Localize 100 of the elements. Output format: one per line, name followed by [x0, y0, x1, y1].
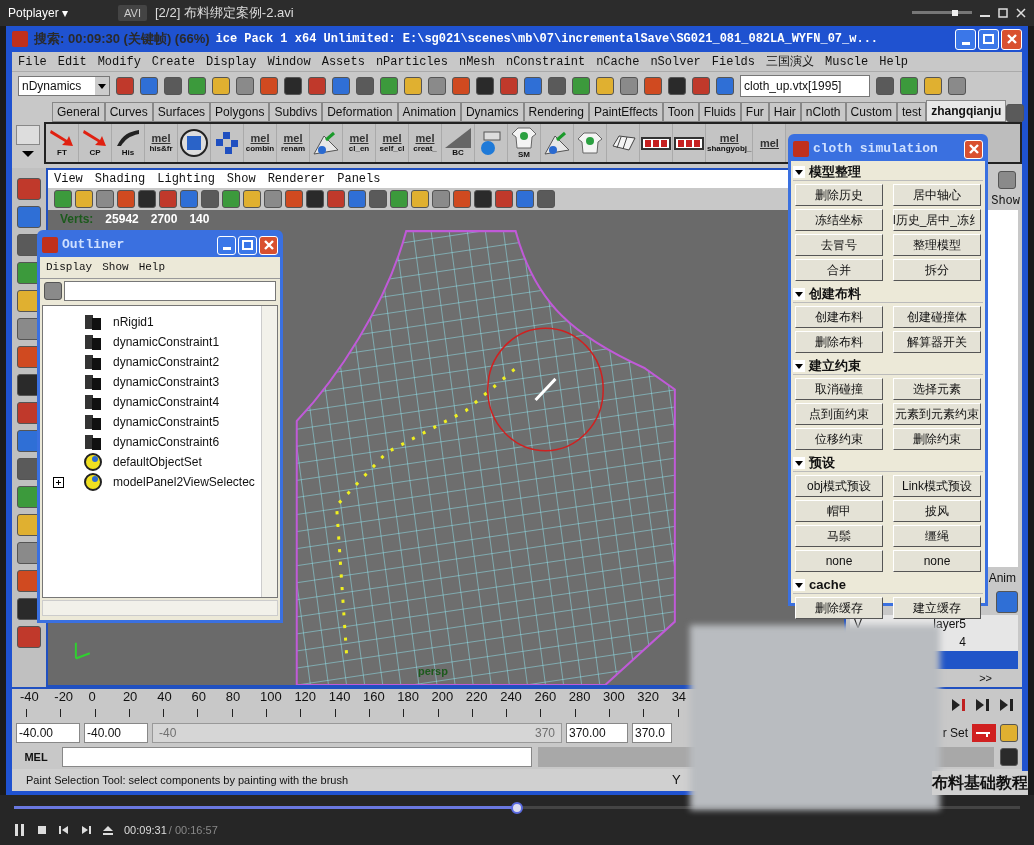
toolbar-icon[interactable] — [524, 77, 542, 95]
layer-tool-icon[interactable] — [996, 591, 1018, 613]
shelf-button[interactable]: FT — [46, 124, 79, 162]
viewport-tool-icon[interactable] — [159, 190, 177, 208]
panel-button[interactable]: 创建碰撞体 — [893, 306, 981, 328]
shelf-button[interactable]: mel cl_en — [343, 124, 376, 162]
panel-button[interactable]: 居中轴心 — [893, 184, 981, 206]
menu-item[interactable]: Edit — [57, 52, 87, 71]
viewport-tool-icon[interactable] — [369, 190, 387, 208]
viewport-tool-icon[interactable] — [516, 190, 534, 208]
menu-item[interactable]: Display — [46, 259, 93, 276]
viewport-tool-icon[interactable] — [54, 190, 72, 208]
end-time-field[interactable]: 370.0 — [632, 723, 672, 743]
toolbar-icon[interactable] — [356, 77, 374, 95]
close-icon[interactable] — [1016, 8, 1026, 18]
menu-item[interactable]: Fields — [711, 52, 756, 71]
outliner-item[interactable]: dynamicConstraint1 — [113, 333, 220, 351]
playback-step-icon[interactable] — [950, 697, 968, 713]
move-tool-icon[interactable] — [998, 171, 1016, 189]
panel-button[interactable]: 位移约束 — [795, 428, 883, 450]
panel-button[interactable]: 缰绳 — [893, 525, 981, 547]
shelf-button[interactable]: CP — [79, 124, 112, 162]
shelf-tab[interactable]: Subdivs — [269, 102, 323, 122]
outliner-item[interactable]: dynamicConstraint5 — [113, 413, 220, 431]
pause-icon[interactable] — [14, 824, 26, 836]
expand-button[interactable]: >> — [979, 669, 992, 687]
shelf-button[interactable]: mel — [753, 124, 787, 162]
menu-item[interactable]: nCache — [596, 52, 640, 71]
toolbar-icon[interactable] — [428, 77, 446, 95]
shelf-tab[interactable]: Fluids — [698, 102, 741, 122]
shelf-tab[interactable]: General — [52, 102, 105, 122]
panel-button[interactable]: 取消碰撞 — [795, 378, 883, 400]
menu-item[interactable]: nSolver — [650, 52, 701, 71]
menu-item[interactable]: Display — [206, 52, 257, 71]
outliner-item[interactable]: modelPanel2ViewSelectec — [113, 473, 255, 491]
expand-icon[interactable] — [52, 476, 64, 488]
channel-box-menu[interactable]: Show — [991, 192, 1020, 210]
section-header[interactable]: 模型整理 — [793, 163, 983, 181]
outliner-item[interactable]: dynamicConstraint3 — [113, 373, 220, 391]
shelf-button[interactable]: His — [112, 124, 145, 162]
section-header[interactable]: cache — [793, 576, 983, 594]
menu-item[interactable]: Modify — [97, 52, 141, 71]
panel-menu-item[interactable]: View — [54, 170, 83, 188]
range-slider[interactable]: -40 370 — [152, 723, 562, 743]
close-button[interactable] — [259, 235, 278, 255]
shelf-button[interactable]: mel shangyobj_ — [706, 124, 754, 162]
panel-button[interactable]: 选择元素 — [893, 378, 981, 400]
shelf-tab[interactable]: Toon — [662, 102, 699, 122]
toolbar-icon[interactable] — [188, 77, 206, 95]
toolbar-icon[interactable] — [116, 77, 134, 95]
preferences-icon[interactable] — [1000, 724, 1018, 742]
toolbar-icon[interactable] — [644, 77, 662, 95]
toolbar-icon[interactable] — [572, 77, 590, 95]
close-button[interactable] — [1001, 28, 1022, 50]
panel-menu-item[interactable]: Shading — [94, 170, 146, 188]
outliner-item[interactable]: defaultObjectSet — [113, 453, 202, 471]
previous-icon[interactable] — [58, 824, 70, 836]
shelf-tab[interactable]: Dynamics — [460, 102, 524, 122]
shelf-button[interactable] — [178, 124, 211, 162]
toolbar-icon[interactable] — [140, 77, 158, 95]
next-icon[interactable] — [80, 824, 92, 836]
toolbar-icon[interactable] — [620, 77, 638, 95]
shelf-button[interactable]: mel renam — [277, 124, 310, 162]
shelf-tab[interactable]: Hair — [768, 102, 801, 122]
menu-item[interactable]: 三国演义 — [766, 52, 815, 71]
viewport-tool-icon[interactable] — [348, 190, 366, 208]
shelf-button[interactable]: BC — [442, 124, 475, 162]
panel-button[interactable]: 创建布料 — [795, 306, 883, 328]
outliner-item[interactable]: dynamicConstraint2 — [113, 353, 220, 371]
minimize-button[interactable] — [955, 28, 976, 50]
toolbar-icon[interactable] — [308, 77, 326, 95]
section-header[interactable]: 建立约束 — [793, 357, 983, 375]
viewport-tool-icon[interactable] — [222, 190, 240, 208]
layer-tab[interactable]: Anim — [988, 569, 1016, 587]
outliner-item[interactable]: dynamicConstraint6 — [113, 433, 220, 451]
shelf-tab[interactable]: zhangqianju — [926, 100, 1007, 122]
shelf-tab[interactable]: PaintEffects — [588, 102, 663, 122]
viewport-tool-icon[interactable] — [327, 190, 345, 208]
viewport-tool-icon[interactable] — [138, 190, 156, 208]
toolbar-icon[interactable] — [476, 77, 494, 95]
shelf-button[interactable]: mel combin — [244, 124, 277, 162]
player-menu[interactable]: Potplayer ▾ — [8, 4, 69, 22]
shelf-button[interactable]: mel creat_ — [409, 124, 442, 162]
shelf-tab[interactable]: nCloth — [800, 102, 846, 122]
viewport-tool-icon[interactable] — [495, 190, 513, 208]
shelf-tab[interactable]: Polygons — [210, 102, 270, 122]
shelf-tab[interactable]: Custom — [845, 102, 897, 122]
seek-thumb[interactable] — [511, 801, 523, 814]
toolbar-icon[interactable] — [236, 77, 254, 95]
shelf-button[interactable] — [640, 124, 673, 162]
panel-toggle-icon[interactable] — [924, 77, 942, 95]
viewport-tool-icon[interactable] — [96, 190, 114, 208]
panel-button[interactable]: 点到面约束 — [795, 403, 883, 425]
panel-button[interactable]: 删除历史 — [795, 184, 883, 206]
viewport-tool-icon[interactable] — [306, 190, 324, 208]
panel-button[interactable]: 删除约束 — [893, 428, 981, 450]
stop-icon[interactable] — [36, 824, 48, 836]
command-language-label[interactable]: MEL — [16, 748, 56, 766]
playback-end-field[interactable]: 370.00 — [566, 723, 628, 743]
viewport-tool-icon[interactable] — [285, 190, 303, 208]
